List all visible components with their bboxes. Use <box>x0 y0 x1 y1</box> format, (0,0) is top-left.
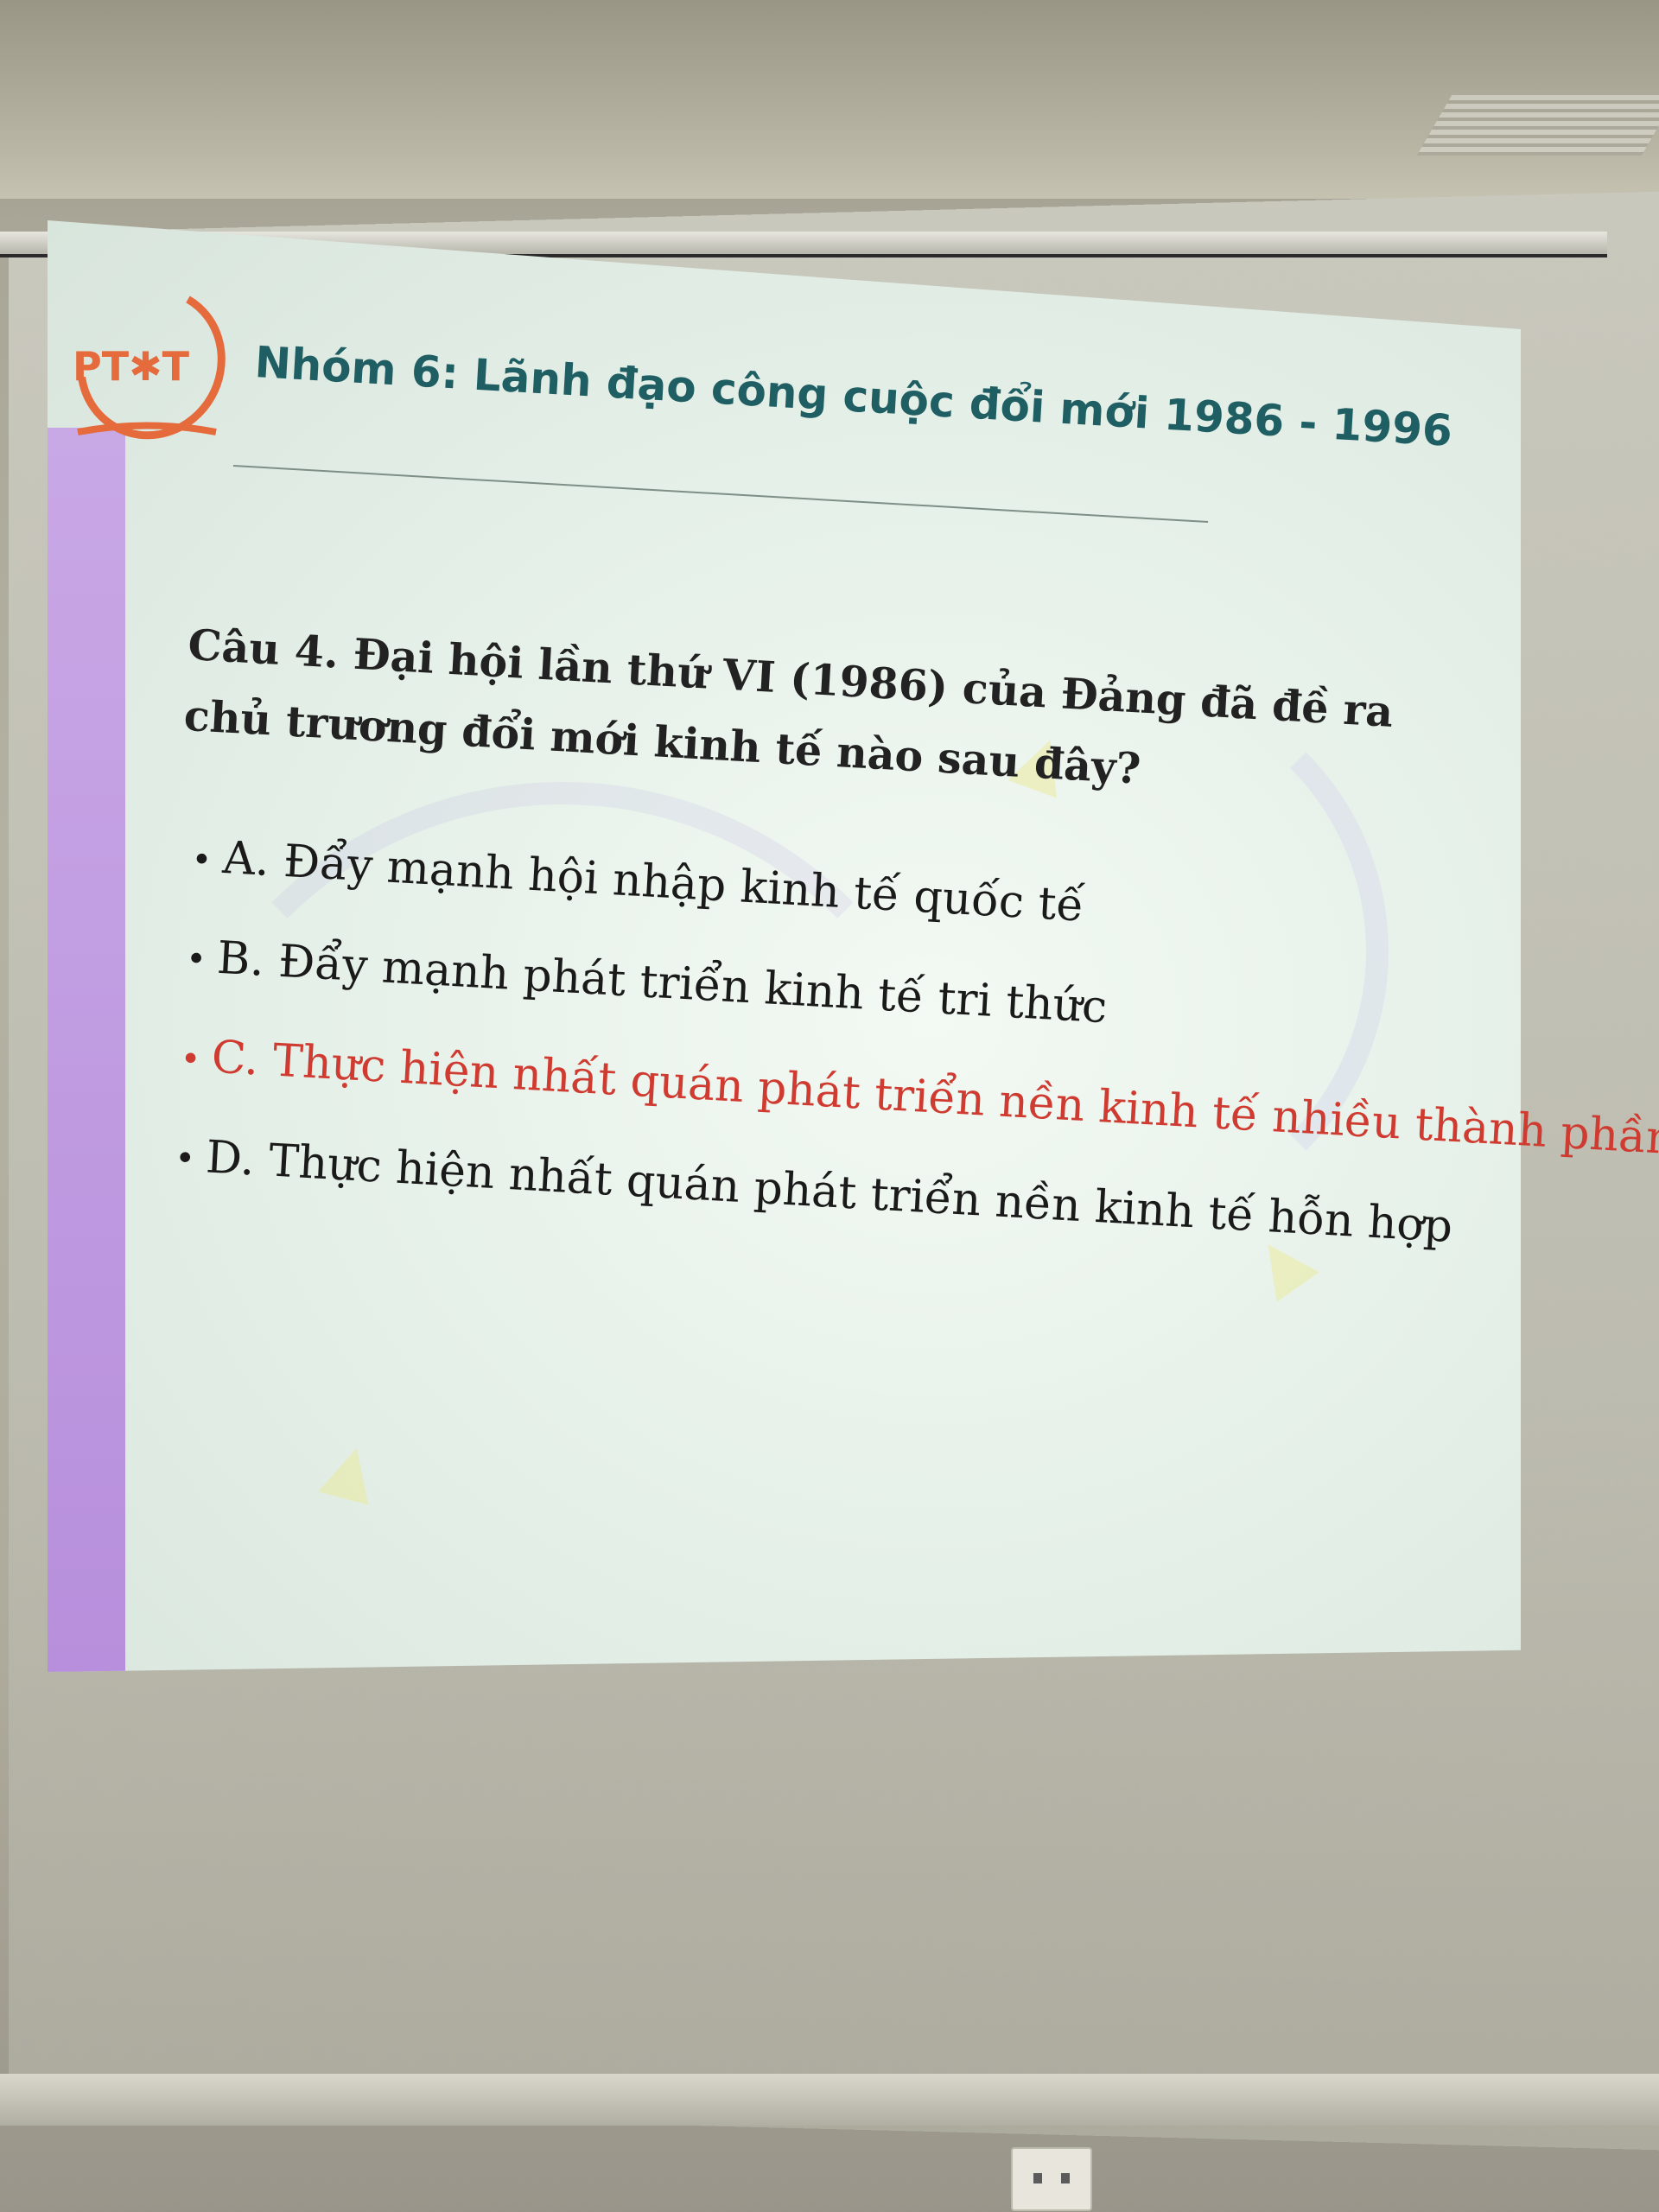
bullet-icon: • <box>178 1010 214 1109</box>
answer-options: • A. Đẩy mạnh hội nhập kinh tế quốc tế • B… <box>172 808 1488 1279</box>
ceiling-vent <box>1417 95 1659 156</box>
bullet-icon: • <box>172 1109 208 1208</box>
slide-side-bar <box>48 428 125 1672</box>
logo-text: PT✱T <box>73 343 190 390</box>
bullet-icon: • <box>183 911 219 1009</box>
ptit-logo: PT✱T <box>60 259 233 458</box>
screen-bottom-bar <box>0 2074 1659 2126</box>
wall-outlet <box>1011 2147 1092 2211</box>
ceiling <box>0 0 1659 199</box>
bullet-icon: • <box>189 810 226 909</box>
